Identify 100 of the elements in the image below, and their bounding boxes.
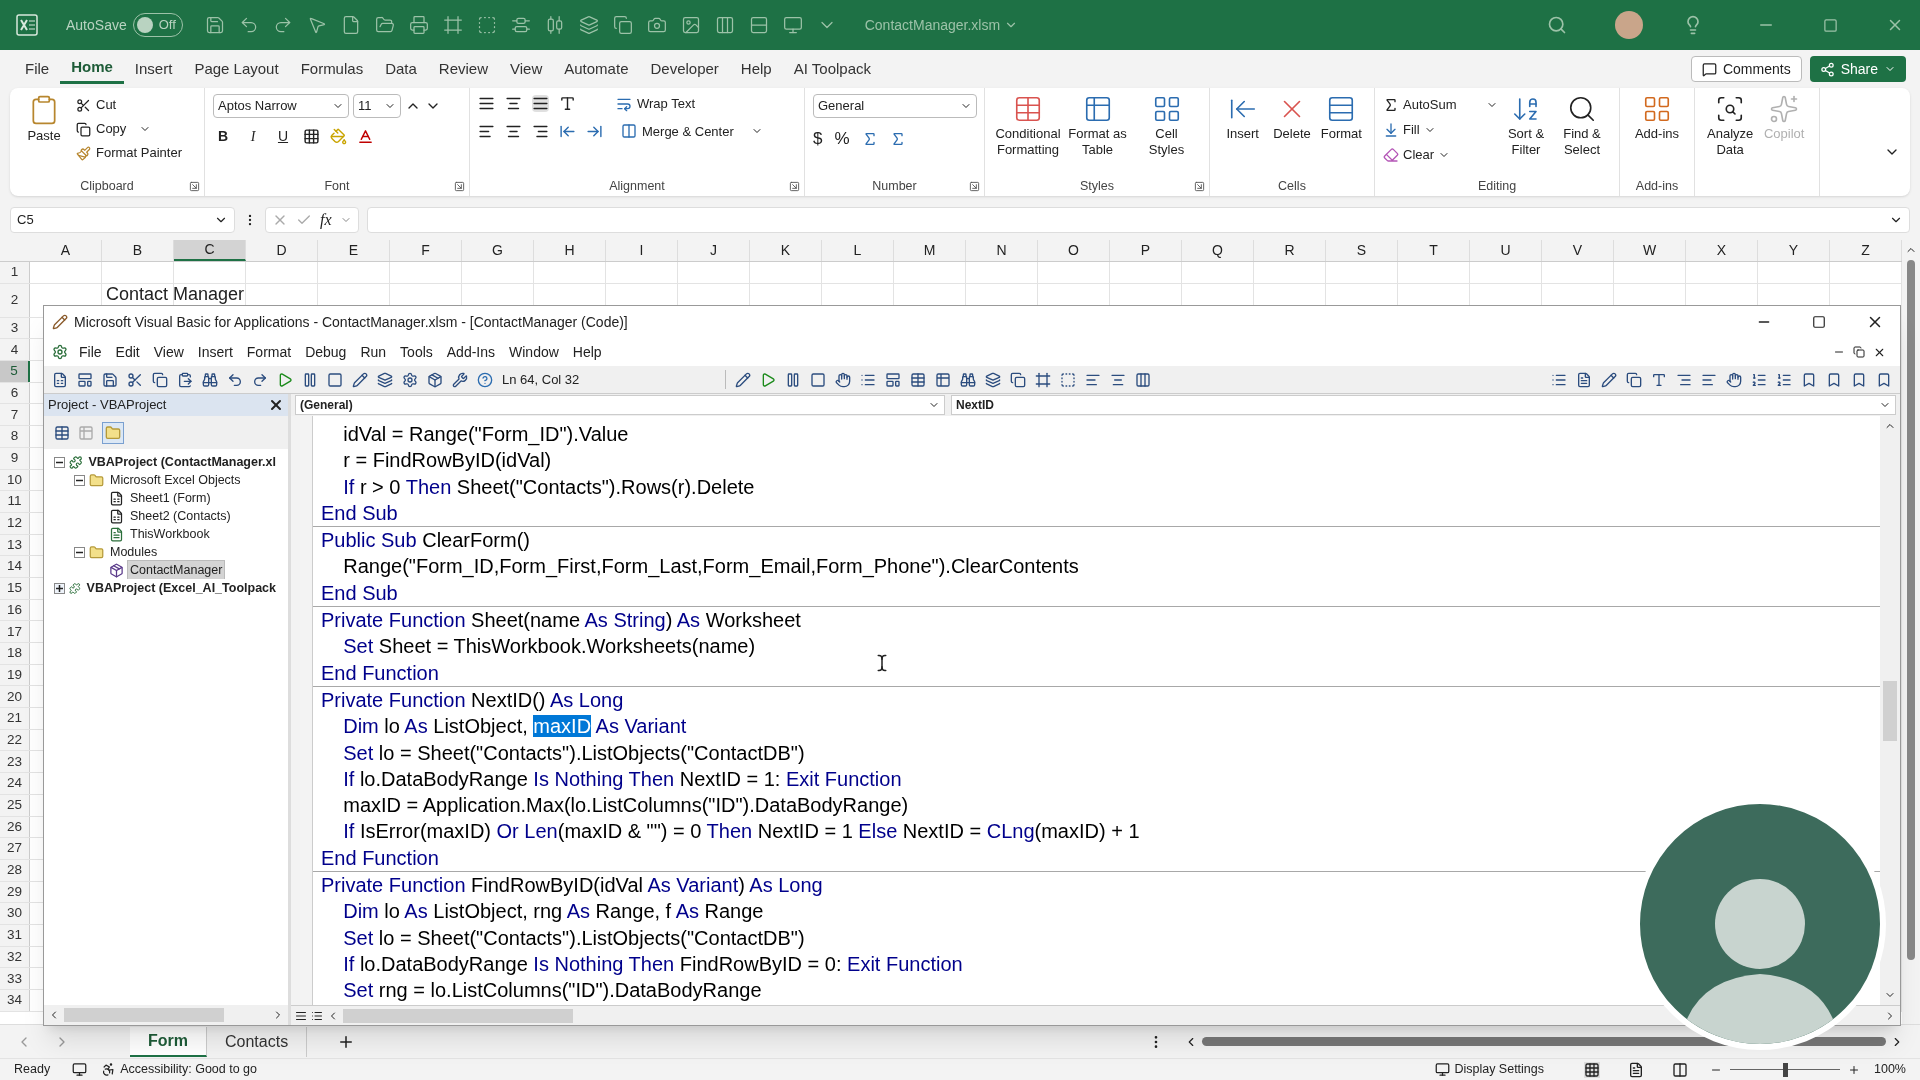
row-header[interactable]: 7	[0, 404, 30, 426]
column-header[interactable]: N	[966, 240, 1038, 261]
page-layout-icon[interactable]	[1628, 1061, 1644, 1078]
row-header[interactable]: 33	[0, 968, 30, 989]
column-header[interactable]: W	[1614, 240, 1686, 261]
columns-icon[interactable]	[714, 15, 735, 35]
dialog-launcher-icon[interactable]	[969, 181, 980, 192]
save-icon[interactable]	[102, 371, 118, 388]
row-header[interactable]: 11	[0, 491, 30, 512]
scrollbar-thumb[interactable]	[1883, 680, 1897, 741]
menu-item[interactable]: Help	[565, 341, 609, 363]
styles-button[interactable]: Format as Table	[1063, 94, 1132, 158]
design-mode-icon[interactable]	[352, 371, 368, 388]
row-header[interactable]: 27	[0, 838, 30, 859]
column-header[interactable]: T	[1398, 240, 1470, 261]
ribbon-tab[interactable]: Page Layout	[183, 54, 290, 84]
undo-icon[interactable]	[227, 371, 243, 388]
object-dropdown[interactable]: (General)	[295, 395, 945, 415]
share-button[interactable]: Share	[1809, 56, 1906, 82]
toolbox-icon[interactable]	[452, 371, 468, 388]
search-icon[interactable]	[1547, 15, 1567, 35]
autosum-button[interactable]: AutoSum	[1383, 94, 1498, 116]
column-header[interactable]: M	[894, 240, 966, 261]
number-format-field[interactable]: General	[813, 94, 977, 118]
ribbon-tab[interactable]: Automate	[553, 54, 640, 84]
row-header[interactable]: 31	[0, 924, 30, 946]
row-header[interactable]: 22	[0, 729, 30, 751]
table-icon[interactable]	[910, 371, 926, 388]
column-header[interactable]: G	[462, 240, 534, 261]
row-header[interactable]: 30	[0, 903, 30, 924]
font-style-button[interactable]: U	[273, 126, 293, 146]
wrap-text-button[interactable]: Wrap Text	[616, 94, 696, 114]
row-header[interactable]: 4	[0, 339, 30, 361]
row-header[interactable]: 14	[0, 556, 30, 577]
column-header[interactable]: A	[30, 240, 102, 261]
close-icon[interactable]	[268, 397, 284, 413]
next-bookmark-icon[interactable]	[1826, 371, 1842, 388]
dialog-launcher-icon[interactable]	[189, 181, 200, 192]
fill-color-icon[interactable]	[330, 127, 347, 145]
copy-icon[interactable]	[152, 371, 168, 388]
dialog-launcher-icon[interactable]	[789, 181, 800, 192]
dashed-square-icon[interactable]	[1060, 371, 1076, 388]
currency-button[interactable]: $	[813, 126, 823, 152]
row-header[interactable]: 15	[0, 577, 30, 599]
merge-center-button[interactable]: Merge & Center	[621, 121, 763, 141]
row-header[interactable]: 29	[0, 881, 30, 903]
stop-icon[interactable]	[327, 371, 343, 388]
binoculars-icon[interactable]	[202, 371, 218, 388]
align-icon[interactable]	[510, 15, 531, 35]
column-header[interactable]: E	[318, 240, 390, 261]
column-header[interactable]: I	[606, 240, 678, 261]
collapse-icon[interactable]	[74, 546, 85, 558]
column-header[interactable]: Y	[1758, 240, 1830, 261]
row-header[interactable]: 28	[0, 859, 30, 881]
row-header[interactable]: 34	[0, 990, 30, 1011]
row-header[interactable]: 32	[0, 946, 30, 968]
borders-icon[interactable]	[303, 127, 320, 145]
dialog-launcher-icon[interactable]	[1194, 181, 1205, 192]
avatar-icon[interactable]	[1615, 11, 1643, 39]
collapse-icon[interactable]	[74, 474, 85, 486]
fill-button[interactable]: Fill	[1383, 119, 1498, 141]
column-header[interactable]: R	[1254, 240, 1326, 261]
column-header[interactable]: O	[1038, 240, 1110, 261]
document-icon[interactable]	[1576, 371, 1592, 388]
row-header[interactable]: 8	[0, 426, 30, 447]
camera-icon[interactable]	[646, 15, 667, 35]
ribbon-tab[interactable]: Review	[427, 54, 499, 84]
redo-icon[interactable]	[252, 371, 268, 388]
percent-button[interactable]: %	[834, 126, 850, 152]
column-header[interactable]: J	[678, 240, 750, 261]
menu-item[interactable]: Window	[502, 341, 566, 363]
ribbon-button[interactable]: Analyze Data	[1703, 94, 1758, 158]
pause-icon[interactable]	[302, 371, 318, 388]
font-style-button[interactable]: B	[213, 126, 233, 146]
help-icon[interactable]	[477, 371, 493, 388]
column-header[interactable]: C	[174, 240, 246, 261]
form-icon[interactable]	[885, 371, 901, 388]
comments-button[interactable]: Comments	[1690, 56, 1802, 82]
display-settings-button[interactable]: Display Settings	[1435, 1060, 1544, 1079]
cells-button[interactable]: Insert	[1218, 94, 1268, 142]
row-header[interactable]: 1	[0, 262, 30, 283]
menu-item[interactable]: Insert	[190, 341, 240, 363]
insert-function-button[interactable]: fx	[320, 208, 332, 232]
menu-item[interactable]: Debug	[298, 341, 354, 363]
previous-bookmark-icon[interactable]	[1851, 371, 1867, 388]
copy-icon[interactable]	[1010, 371, 1026, 388]
collapse-icon[interactable]	[54, 456, 65, 468]
grid-icon[interactable]	[935, 371, 951, 388]
font-size-field[interactable]: 11	[353, 94, 401, 118]
text-icon[interactable]	[1651, 371, 1667, 388]
paste-icon[interactable]	[177, 371, 193, 388]
column-header[interactable]: H	[534, 240, 606, 261]
monitor-icon[interactable]	[782, 15, 803, 35]
row-header[interactable]: 17	[0, 621, 30, 642]
pause-icon[interactable]	[785, 371, 801, 388]
scrollbar-thumb[interactable]	[64, 1008, 224, 1022]
layers-icon[interactable]	[985, 371, 1001, 388]
zoom-slider[interactable]	[1730, 1062, 1840, 1077]
clear-button[interactable]: Clear	[1383, 144, 1498, 166]
view-code-icon[interactable]	[54, 424, 70, 441]
